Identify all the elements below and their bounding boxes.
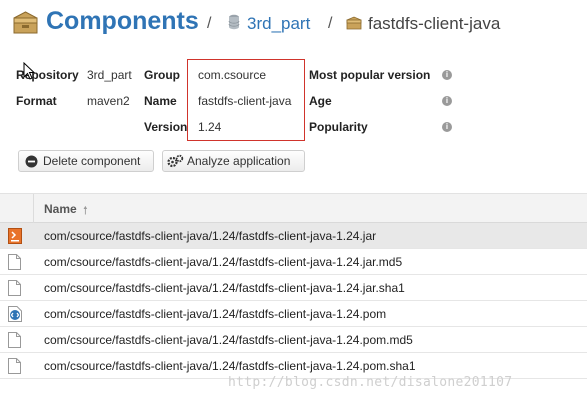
table-row[interactable]: com/csource/fastdfs-client-java/1.24/fas… xyxy=(0,275,587,301)
file-path[interactable]: com/csource/fastdfs-client-java/1.24/fas… xyxy=(44,359,416,373)
age-label: Age xyxy=(309,94,332,108)
version-label: Version xyxy=(144,120,188,134)
component-box-icon xyxy=(346,16,362,30)
table-row[interactable]: com/csource/fastdfs-client-java/1.24/fas… xyxy=(0,327,587,353)
gears-icon xyxy=(167,154,184,168)
component-box-icon xyxy=(13,11,38,34)
file-icon xyxy=(8,280,21,296)
highlight-box xyxy=(187,59,305,141)
popularity-label: Popularity xyxy=(309,120,368,134)
file-path[interactable]: com/csource/fastdfs-client-java/1.24/fas… xyxy=(44,281,405,295)
minus-circle-icon xyxy=(25,155,38,168)
breadcrumb-current-component: fastdfs-client-java xyxy=(368,14,501,33)
format-value: maven2 xyxy=(87,94,130,108)
table-row[interactable]: com/csource/fastdfs-client-java/1.24/fas… xyxy=(0,249,587,275)
file-path[interactable]: com/csource/fastdfs-client-java/1.24/fas… xyxy=(44,229,376,243)
sort-ascending-icon[interactable]: 🠕 xyxy=(83,202,88,221)
xml-file-icon xyxy=(8,306,22,322)
file-icon xyxy=(8,254,21,270)
watermark: http://blog.csdn.net/disalone201107 xyxy=(228,375,513,390)
file-path[interactable]: com/csource/fastdfs-client-java/1.24/fas… xyxy=(44,255,402,269)
database-icon xyxy=(228,14,240,30)
info-icon[interactable]: i xyxy=(442,122,452,132)
breadcrumb-repository-link[interactable]: 3rd_part xyxy=(247,14,310,34)
most-popular-version-label: Most popular version xyxy=(309,68,431,82)
info-icon[interactable]: i xyxy=(442,70,452,80)
format-label: Format xyxy=(16,94,57,108)
jar-file-icon xyxy=(8,228,22,244)
group-label: Group xyxy=(144,68,180,82)
delete-component-button[interactable]: Delete component xyxy=(18,150,154,172)
name-label: Name xyxy=(144,94,177,108)
breadcrumb-separator: / xyxy=(207,15,212,32)
column-header-name[interactable]: Name xyxy=(44,202,77,216)
table-row[interactable]: com/csource/fastdfs-client-java/1.24/fas… xyxy=(0,223,587,249)
breadcrumb-separator: / xyxy=(328,15,333,32)
file-icon xyxy=(8,358,21,374)
page-title: Components xyxy=(46,7,199,35)
table-header: Name 🠕 xyxy=(0,193,587,223)
file-icon xyxy=(8,332,21,348)
file-path[interactable]: com/csource/fastdfs-client-java/1.24/fas… xyxy=(44,333,413,347)
column-divider xyxy=(33,194,34,223)
delete-component-label: Delete component xyxy=(43,154,141,168)
analyze-application-label: Analyze application xyxy=(187,154,291,168)
info-icon[interactable]: i xyxy=(442,96,452,106)
table-row[interactable]: com/csource/fastdfs-client-java/1.24/fas… xyxy=(0,301,587,327)
repository-value: 3rd_part xyxy=(87,68,132,82)
file-path[interactable]: com/csource/fastdfs-client-java/1.24/fas… xyxy=(44,307,386,321)
analyze-application-button[interactable]: Analyze application xyxy=(162,150,305,172)
mouse-cursor-icon xyxy=(23,62,35,80)
page-header: Components / 3rd_part / fastdfs-client-j… xyxy=(0,0,587,48)
